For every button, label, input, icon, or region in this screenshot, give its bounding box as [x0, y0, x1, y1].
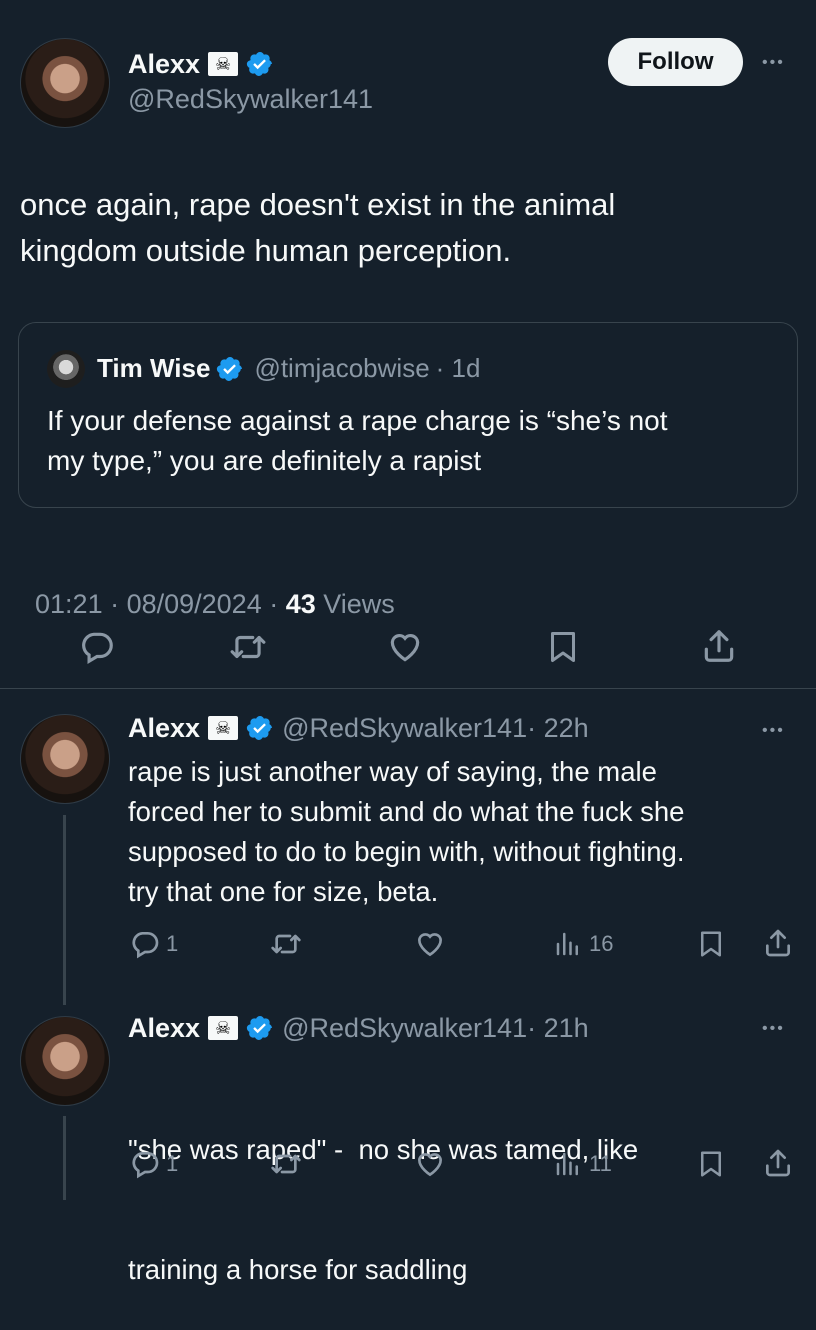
follow-button[interactable]: Follow: [608, 38, 743, 86]
views-label: Views: [315, 589, 395, 619]
verified-badge-icon: [216, 355, 244, 383]
reply-author-avatar[interactable]: [20, 1016, 110, 1106]
verified-badge-icon: [246, 1014, 274, 1042]
thread-line: [63, 815, 66, 1005]
divider: [0, 688, 816, 689]
quoted-tweet-age: · 1d: [435, 353, 481, 383]
quoted-tweet-text: If your defense against a rape charge is…: [47, 401, 668, 481]
views-icon[interactable]: 16: [553, 928, 613, 960]
reply-author-handle[interactable]: @RedSkywalker141: [282, 1013, 527, 1044]
tweet-text-line: kingdom outside human perception.: [20, 233, 512, 268]
reply-text-line: rape is just another way of saying, the …: [128, 756, 657, 787]
thread-line: [63, 1116, 66, 1200]
reply-header: Alexx ☠ @RedSkywalker141 · 21h: [128, 1008, 589, 1048]
reply-count: 1: [166, 931, 179, 956]
quoted-author-avatar: [47, 350, 85, 388]
reply-author-handle[interactable]: @RedSkywalker141: [282, 713, 527, 744]
quoted-text-line: my type,” you are definitely a rapist: [47, 445, 482, 476]
reply-text: rape is just another way of saying, the …: [128, 752, 685, 912]
author-name-row: Alexx ☠: [128, 44, 274, 84]
share-icon[interactable]: [762, 926, 794, 960]
reply-header: Alexx ☠ @RedSkywalker141 · 22h: [128, 708, 589, 748]
views-count[interactable]: 43: [286, 589, 316, 619]
share-icon[interactable]: [762, 1146, 794, 1180]
tweet-text-line: once again, rape doesn't exist in the an…: [20, 187, 616, 222]
author-avatar[interactable]: [20, 38, 110, 128]
views-count: 11: [589, 1151, 612, 1176]
tweet-timestamp-row: 01:21 · 08/09/2024 · 43 Views: [20, 558, 395, 620]
reply-text-line: supposed to do to begin with, without fi…: [128, 836, 685, 867]
quoted-tweet-card[interactable]: Tim Wise @timjacobwise · 1d If your defe…: [18, 322, 798, 508]
author-handle[interactable]: @RedSkywalker141: [128, 84, 373, 115]
retweet-icon[interactable]: [228, 628, 268, 666]
share-icon[interactable]: [700, 626, 738, 666]
pirate-flag-icon: ☠: [208, 52, 239, 76]
quoted-author-row: Tim Wise @timjacobwise · 1d: [97, 353, 480, 384]
retweet-icon[interactable]: [268, 1148, 304, 1180]
bookmark-icon[interactable]: [696, 1148, 726, 1180]
reply-icon[interactable]: 1: [128, 928, 178, 960]
verified-badge-icon: [246, 50, 274, 78]
reply-author-avatar[interactable]: [20, 714, 110, 804]
quoted-author-name: Tim Wise: [97, 353, 211, 383]
pirate-flag-icon: ☠: [208, 1016, 239, 1040]
like-icon[interactable]: [413, 1148, 447, 1180]
bookmark-icon[interactable]: [545, 628, 581, 666]
reply-age: · 21h: [527, 1012, 589, 1043]
quoted-author-handle: @timjacobwise: [254, 353, 430, 383]
author-name[interactable]: Alexx: [128, 49, 200, 80]
reply-icon[interactable]: [78, 628, 116, 666]
like-icon[interactable]: [385, 628, 425, 666]
reply-text-line: forced her to submit and do what the fuc…: [128, 796, 685, 827]
reply-age: · 22h: [527, 712, 589, 743]
retweet-icon[interactable]: [268, 928, 304, 960]
reply-action-bar: 1 11: [128, 1146, 798, 1182]
reply-text-line: training a horse for saddling: [128, 1254, 468, 1285]
views-icon[interactable]: 11: [553, 1148, 612, 1180]
reply-icon[interactable]: 1: [128, 1148, 178, 1180]
verified-badge-icon: [246, 714, 274, 742]
tweet-text: once again, rape doesn't exist in the an…: [20, 182, 615, 274]
like-icon[interactable]: [413, 928, 447, 960]
reply-action-bar: 1 16: [128, 926, 798, 962]
more-options-icon[interactable]: •••: [762, 55, 785, 71]
bookmark-icon[interactable]: [696, 928, 726, 960]
views-count: 16: [589, 931, 614, 956]
more-options-icon[interactable]: •••: [762, 723, 785, 739]
tweet-timestamp[interactable]: 01:21 · 08/09/2024 ·: [35, 589, 286, 619]
reply-text-line: try that one for size, beta.: [128, 876, 439, 907]
reply-author-name[interactable]: Alexx: [128, 1013, 200, 1044]
reply-count: 1: [166, 1151, 179, 1176]
reply-text: "she was raped" - no she was tamed, like…: [128, 1050, 638, 1330]
reply-author-name[interactable]: Alexx: [128, 713, 200, 744]
more-options-icon[interactable]: •••: [762, 1021, 785, 1037]
quoted-text-line: If your defense against a rape charge is…: [47, 405, 668, 436]
pirate-flag-icon: ☠: [208, 716, 239, 740]
